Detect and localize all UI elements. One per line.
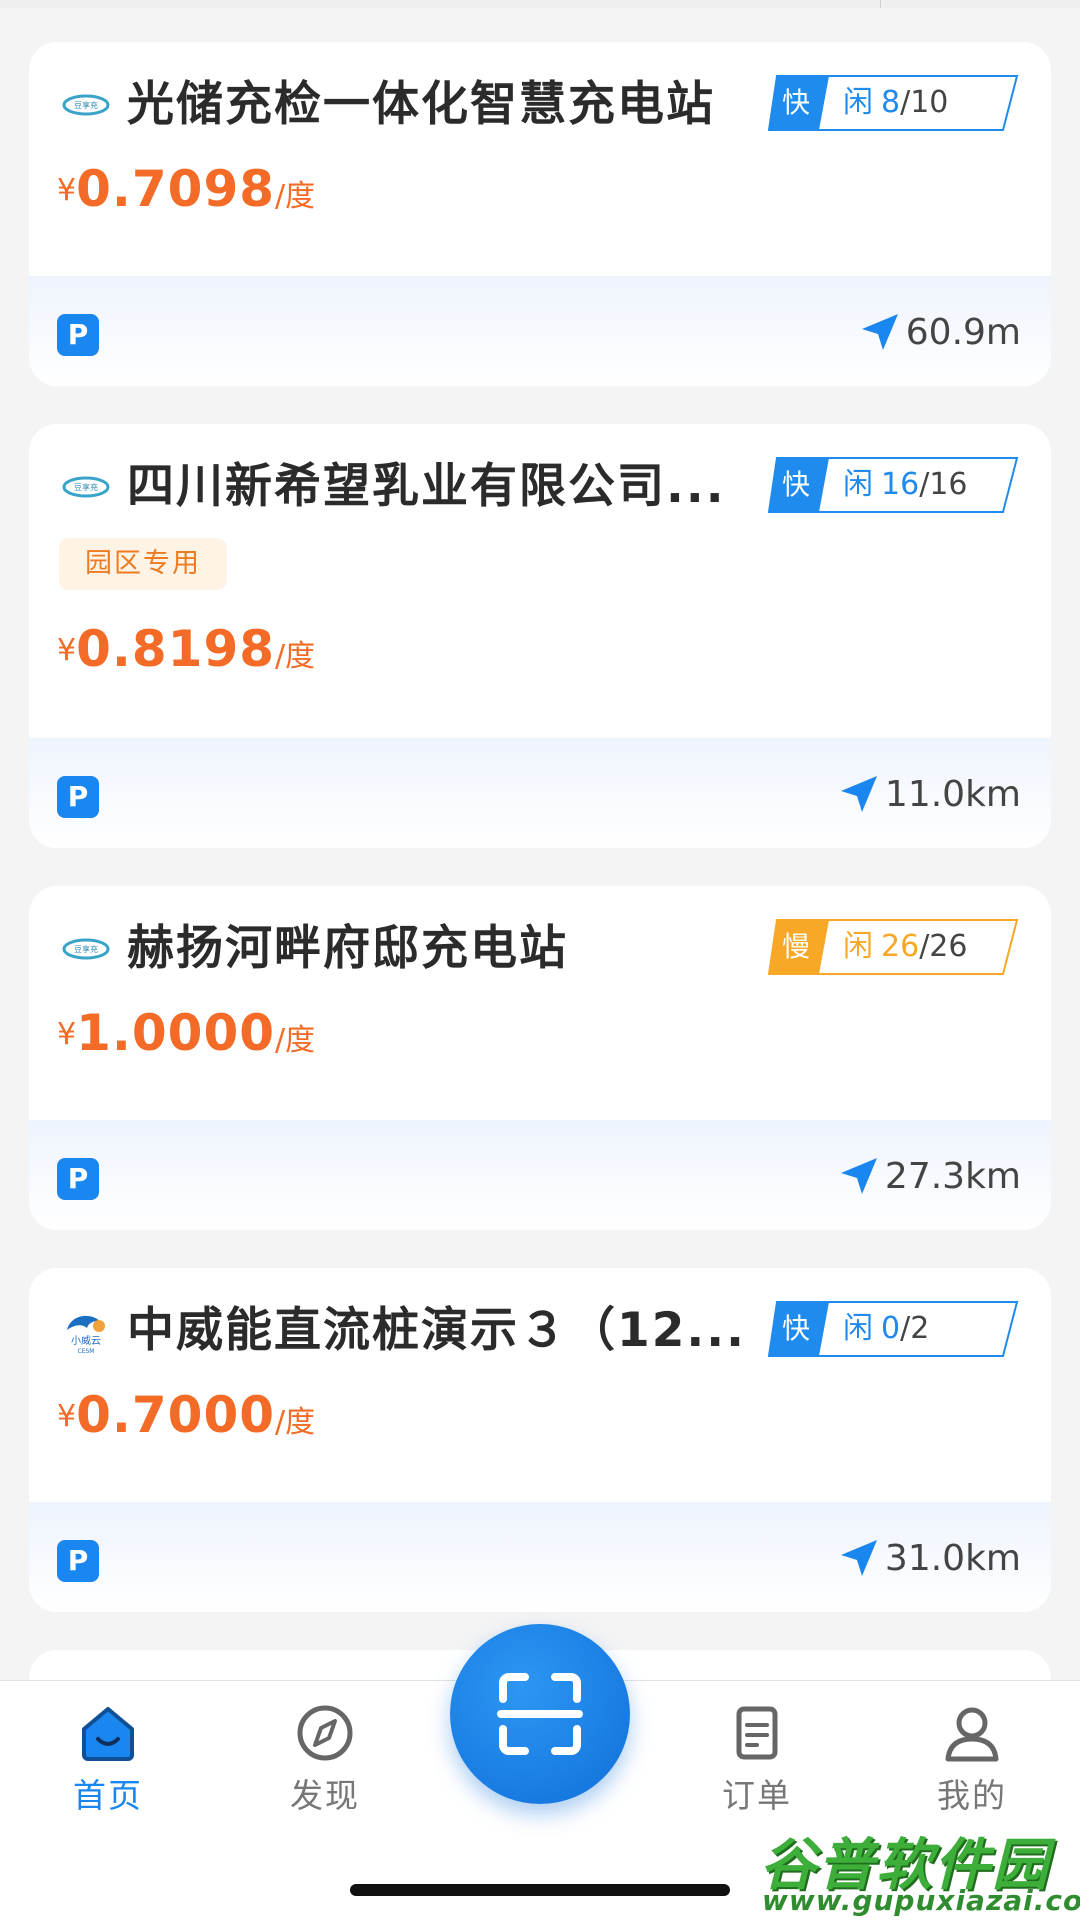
home-icon bbox=[82, 1707, 134, 1761]
parking-icon: P bbox=[57, 1540, 99, 1582]
park-only-tag: 园区专用 bbox=[59, 538, 227, 590]
watermark-url: www.gupuxiazai.com bbox=[762, 1884, 1080, 1917]
tab-label: 发现 bbox=[290, 1776, 360, 1815]
tab-label: 我的 bbox=[937, 1776, 1007, 1815]
free-count: 闲 26/26 bbox=[843, 929, 968, 964]
tab-home[interactable]: 首页 bbox=[38, 1701, 178, 1817]
svg-text:豆享充: 豆享充 bbox=[74, 100, 98, 110]
distance-value: 31.0km bbox=[884, 1537, 1021, 1579]
card-footer: P 27.3km bbox=[29, 1120, 1051, 1230]
distance[interactable]: 27.3km bbox=[839, 1148, 1021, 1204]
free-count: 闲 16/16 bbox=[843, 467, 968, 502]
card-footer: P 60.9m bbox=[29, 276, 1051, 386]
station-card[interactable]: 小威云 CESM 中威能直流桩演示３（12... 快 闲 0/2 ¥0.7000/… bbox=[29, 1268, 1051, 1612]
distance[interactable]: 31.0km bbox=[839, 1530, 1021, 1586]
station-logo-icon: 豆享充 bbox=[62, 476, 110, 498]
price: ¥1.0000/度 bbox=[57, 1004, 316, 1062]
navigation-arrow-icon bbox=[840, 1158, 877, 1194]
tab-label: 订单 bbox=[722, 1776, 792, 1815]
scan-icon bbox=[497, 1673, 583, 1755]
tab-label: 首页 bbox=[73, 1776, 143, 1815]
distance[interactable]: 11.0km bbox=[839, 766, 1021, 822]
tab-orders[interactable]: 订单 bbox=[687, 1701, 827, 1817]
svg-text:豆享充: 豆享充 bbox=[74, 944, 98, 954]
tab-discover[interactable]: 发现 bbox=[255, 1701, 395, 1817]
availability-badge[interactable]: 快 闲 0/2 bbox=[763, 1300, 1021, 1358]
svg-text:豆享充: 豆享充 bbox=[74, 482, 98, 492]
station-card[interactable]: 豆享充 赫扬河畔府邸充电站 慢 闲 26/26 ¥1.0000/度 P 27.3k… bbox=[29, 886, 1051, 1230]
free-count: 闲 0/2 bbox=[843, 1311, 930, 1346]
station-list[interactable]: 豆享充 光储充检一体化智慧充电站 快 闲 8/10 ¥0.7098/度 P 60.… bbox=[0, 0, 1080, 1680]
free-count: 闲 8/10 bbox=[843, 85, 949, 120]
home-indicator bbox=[350, 1884, 730, 1896]
station-name: 光储充检一体化智慧充电站 bbox=[127, 77, 715, 132]
orders-icon bbox=[736, 1706, 778, 1760]
charge-type-label: 慢 bbox=[781, 930, 810, 963]
svg-text:CESM: CESM bbox=[78, 1348, 95, 1355]
price: ¥0.7098/度 bbox=[57, 160, 316, 218]
profile-icon bbox=[945, 1707, 999, 1762]
watermark: 谷普软件园 www.gupuxiazai.com bbox=[750, 1812, 1080, 1920]
xiaoweiyun-logo-icon: 小威云 CESM bbox=[67, 1315, 105, 1355]
parking-icon: P bbox=[57, 776, 99, 818]
charge-type-label: 快 bbox=[781, 1312, 810, 1345]
price: ¥0.7000/度 bbox=[57, 1386, 316, 1444]
distance-value: 11.0km bbox=[884, 773, 1021, 815]
charge-type-label: 快 bbox=[781, 86, 810, 119]
station-logo-icon: 豆享充 bbox=[62, 938, 110, 960]
compass-icon bbox=[297, 1705, 353, 1761]
station-card[interactable]: 豆享充 四川新希望乳业有限公司... 快 闲 16/16 园区专用 ¥0.8198… bbox=[29, 424, 1051, 848]
card-footer: P 31.0km bbox=[29, 1502, 1051, 1612]
scan-button[interactable] bbox=[450, 1624, 630, 1804]
price: ¥0.8198/度 bbox=[57, 620, 316, 678]
availability-badge[interactable]: 快 闲 8/10 bbox=[763, 74, 1021, 132]
distance-value: 60.9m bbox=[905, 311, 1021, 353]
navigation-arrow-icon bbox=[840, 776, 877, 812]
parking-icon: P bbox=[57, 314, 99, 356]
station-card[interactable]: 豆享充 光储充检一体化智慧充电站 快 闲 8/10 ¥0.7098/度 P 60.… bbox=[29, 42, 1051, 386]
charge-type-label: 快 bbox=[781, 468, 810, 501]
station-name: 中威能直流桩演示３（12... bbox=[127, 1303, 746, 1358]
distance-value: 27.3km bbox=[884, 1155, 1021, 1197]
availability-badge[interactable]: 慢 闲 26/26 bbox=[763, 918, 1021, 976]
station-name: 四川新希望乳业有限公司... bbox=[127, 459, 726, 514]
card-footer: P 11.0km bbox=[29, 738, 1051, 848]
parking-icon: P bbox=[57, 1158, 99, 1200]
availability-badge[interactable]: 快 闲 16/16 bbox=[763, 456, 1021, 514]
navigation-arrow-icon bbox=[840, 1540, 877, 1576]
station-name: 赫扬河畔府邸充电站 bbox=[127, 921, 568, 976]
svg-text:小威云: 小威云 bbox=[71, 1334, 101, 1347]
station-logo-icon: 豆享充 bbox=[62, 94, 110, 116]
navigation-arrow-icon bbox=[861, 314, 898, 350]
distance[interactable]: 60.9m bbox=[860, 304, 1021, 360]
tab-me[interactable]: 我的 bbox=[902, 1701, 1042, 1817]
